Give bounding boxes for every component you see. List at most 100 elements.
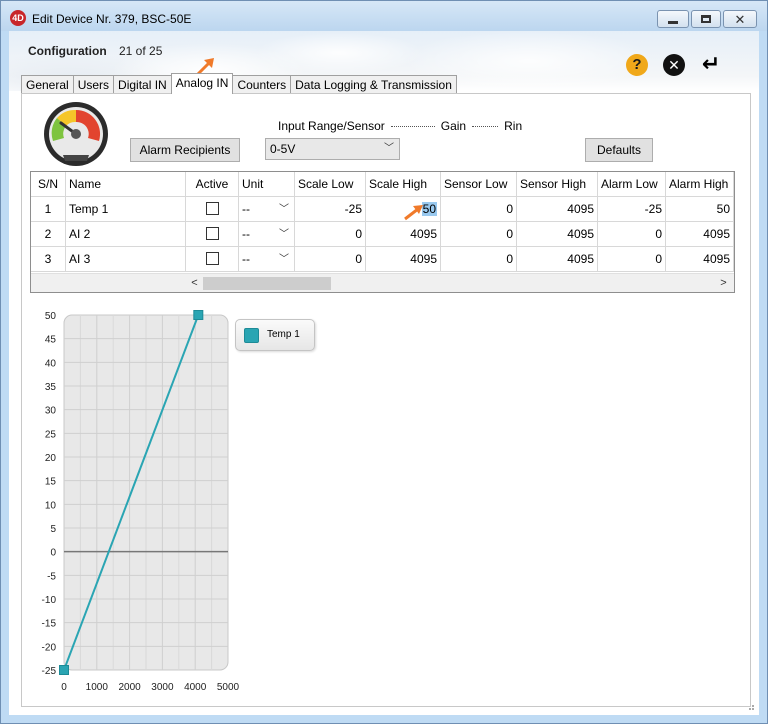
tab-counters[interactable]: Counters <box>232 75 292 94</box>
tab-general[interactable]: General <box>21 75 74 94</box>
input-range-sensor-label: Input Range/Sensor <box>278 119 385 133</box>
column-header-sensor-low[interactable]: Sensor Low <box>441 172 517 197</box>
input-range-dropdown[interactable]: 0-5V ﹀ <box>265 138 400 160</box>
unit-value: -- <box>242 252 250 266</box>
minimize-icon <box>668 20 678 24</box>
cell-scale-high[interactable]: 4095 <box>366 247 441 272</box>
y-tick-label: 30 <box>45 406 57 417</box>
legend-label: Temp 1 <box>267 329 300 340</box>
annotation-arrow-icon <box>404 205 423 221</box>
cell-name[interactable]: Temp 1 <box>66 197 186 222</box>
chevron-down-icon: ﹀ <box>384 143 394 154</box>
cell-scale-low[interactable]: 0 <box>295 247 366 272</box>
cell-active <box>186 222 239 247</box>
cell-sensor-low[interactable]: 0 <box>441 222 517 247</box>
cell-alarm-low[interactable]: 0 <box>598 247 666 272</box>
y-tick-label: 10 <box>45 500 57 511</box>
tab-analog-in[interactable]: Analog IN <box>170 73 234 94</box>
column-header-sn[interactable]: S/N <box>31 172 66 197</box>
cell-unit[interactable]: -- ﹀ <box>239 197 295 222</box>
cell-sensor-high[interactable]: 4095 <box>517 247 598 272</box>
cell-sn: 3 <box>31 247 66 272</box>
table-row[interactable]: 2 AI 2 -- ﹀ 0 4095 0 4095 0 4095 <box>31 222 734 247</box>
title-bar[interactable]: 4D Edit Device Nr. 379, BSC-50E ✕ <box>1 1 767 31</box>
cell-unit[interactable]: -- ﹀ <box>239 222 295 247</box>
y-tick-label: 40 <box>45 358 57 369</box>
tab-data-logging[interactable]: Data Logging & Transmission <box>290 75 457 94</box>
chevron-down-icon: ﹀ <box>279 204 289 215</box>
cell-sensor-low[interactable]: 0 <box>441 197 517 222</box>
close-window-button[interactable]: ✕ <box>723 10 757 28</box>
scroll-right-icon[interactable]: > <box>715 274 732 292</box>
cell-sn: 2 <box>31 222 66 247</box>
minimize-button[interactable] <box>657 10 689 28</box>
table-row[interactable]: 1 Temp 1 -- ﹀ -25 50 0 4095 -25 50 <box>31 197 734 222</box>
column-header-active[interactable]: Active <box>186 172 239 197</box>
gauge-icon <box>44 102 108 166</box>
configuration-count: 21 of 25 <box>119 44 163 58</box>
table-header: S/N Name Active Unit Scale Low Scale Hig… <box>31 172 734 197</box>
cancel-icon[interactable]: ✕ <box>663 54 685 76</box>
cell-alarm-low[interactable]: -25 <box>598 197 666 222</box>
cell-sensor-high[interactable]: 4095 <box>517 222 598 247</box>
x-tick-label: 4000 <box>184 682 207 693</box>
y-tick-label: 25 <box>45 429 57 440</box>
scaling-chart: 50454035302520151050-5-10-15-20-250 1000 2… <box>42 310 240 693</box>
maximize-icon <box>701 15 711 23</box>
close-icon: ✕ <box>734 11 746 27</box>
dotted-leader <box>472 125 499 127</box>
cell-scale-low[interactable]: -25 <box>295 197 366 222</box>
active-checkbox[interactable] <box>205 227 219 241</box>
enter-icon[interactable]: ↵ <box>699 52 723 76</box>
tab-digital-in[interactable]: Digital IN <box>113 75 172 94</box>
cell-alarm-high[interactable]: 4095 <box>666 247 734 272</box>
y-tick-label: 5 <box>50 524 56 535</box>
active-checkbox[interactable] <box>205 252 219 266</box>
help-icon[interactable]: ? <box>626 54 648 76</box>
alarm-recipients-button[interactable]: Alarm Recipients <box>130 138 240 162</box>
cell-sensor-low[interactable]: 0 <box>441 247 517 272</box>
column-header-scale-low[interactable]: Scale Low <box>295 172 366 197</box>
column-header-unit[interactable]: Unit <box>239 172 295 197</box>
column-header-alarm-low[interactable]: Alarm Low <box>598 172 666 197</box>
tab-bar: General Users Digital IN Analog IN Count… <box>21 73 457 94</box>
data-point[interactable] <box>59 665 69 675</box>
analog-channels-table: S/N Name Active Unit Scale Low Scale Hig… <box>30 171 735 293</box>
column-header-scale-high[interactable]: Scale High <box>366 172 441 197</box>
column-header-sensor-high[interactable]: Sensor High <box>517 172 598 197</box>
y-tick-label: -15 <box>42 619 57 630</box>
cell-alarm-low[interactable]: 0 <box>598 222 666 247</box>
unit-value: -- <box>242 227 250 241</box>
horizontal-scrollbar[interactable]: < > <box>31 273 734 292</box>
input-range-value: 0-5V <box>270 142 296 156</box>
cell-alarm-high[interactable]: 50 <box>666 197 734 222</box>
maximize-button[interactable] <box>691 10 721 28</box>
data-point[interactable] <box>193 310 204 320</box>
cell-scale-high[interactable]: 4095 <box>366 222 441 247</box>
configuration-label: Configuration <box>28 44 107 58</box>
cell-sensor-high[interactable]: 4095 <box>517 197 598 222</box>
cell-alarm-high[interactable]: 4095 <box>666 222 734 247</box>
analog-in-panel: Input Range/Sensor Gain Rin Alarm Recipi… <box>21 93 751 707</box>
defaults-button[interactable]: Defaults <box>585 138 653 162</box>
scrollbar-thumb[interactable] <box>203 277 331 290</box>
y-tick-label: -5 <box>47 571 56 582</box>
cell-name[interactable]: AI 2 <box>66 222 186 247</box>
rin-label: Rin <box>504 119 523 133</box>
cell-scale-low[interactable]: 0 <box>295 222 366 247</box>
column-header-alarm-high[interactable]: Alarm High <box>666 172 734 197</box>
tab-users[interactable]: Users <box>72 75 115 94</box>
resize-grip-icon[interactable] <box>745 701 755 711</box>
edit-device-window: 4D Edit Device Nr. 379, BSC-50E ✕ Config… <box>0 0 768 724</box>
y-tick-label: -25 <box>42 666 57 677</box>
x-tick-label: 3000 <box>151 682 174 693</box>
active-checkbox[interactable] <box>205 202 219 216</box>
unit-value: -- <box>242 202 250 216</box>
cell-name[interactable]: AI 3 <box>66 247 186 272</box>
table-row[interactable]: 3 AI 3 -- ﹀ 0 4095 0 4095 0 4095 <box>31 247 734 272</box>
cell-unit[interactable]: -- ﹀ <box>239 247 295 272</box>
scroll-left-icon[interactable]: < <box>186 274 203 292</box>
column-header-name[interactable]: Name <box>66 172 186 197</box>
y-tick-label: -20 <box>42 642 57 653</box>
dotted-leader <box>390 125 435 127</box>
